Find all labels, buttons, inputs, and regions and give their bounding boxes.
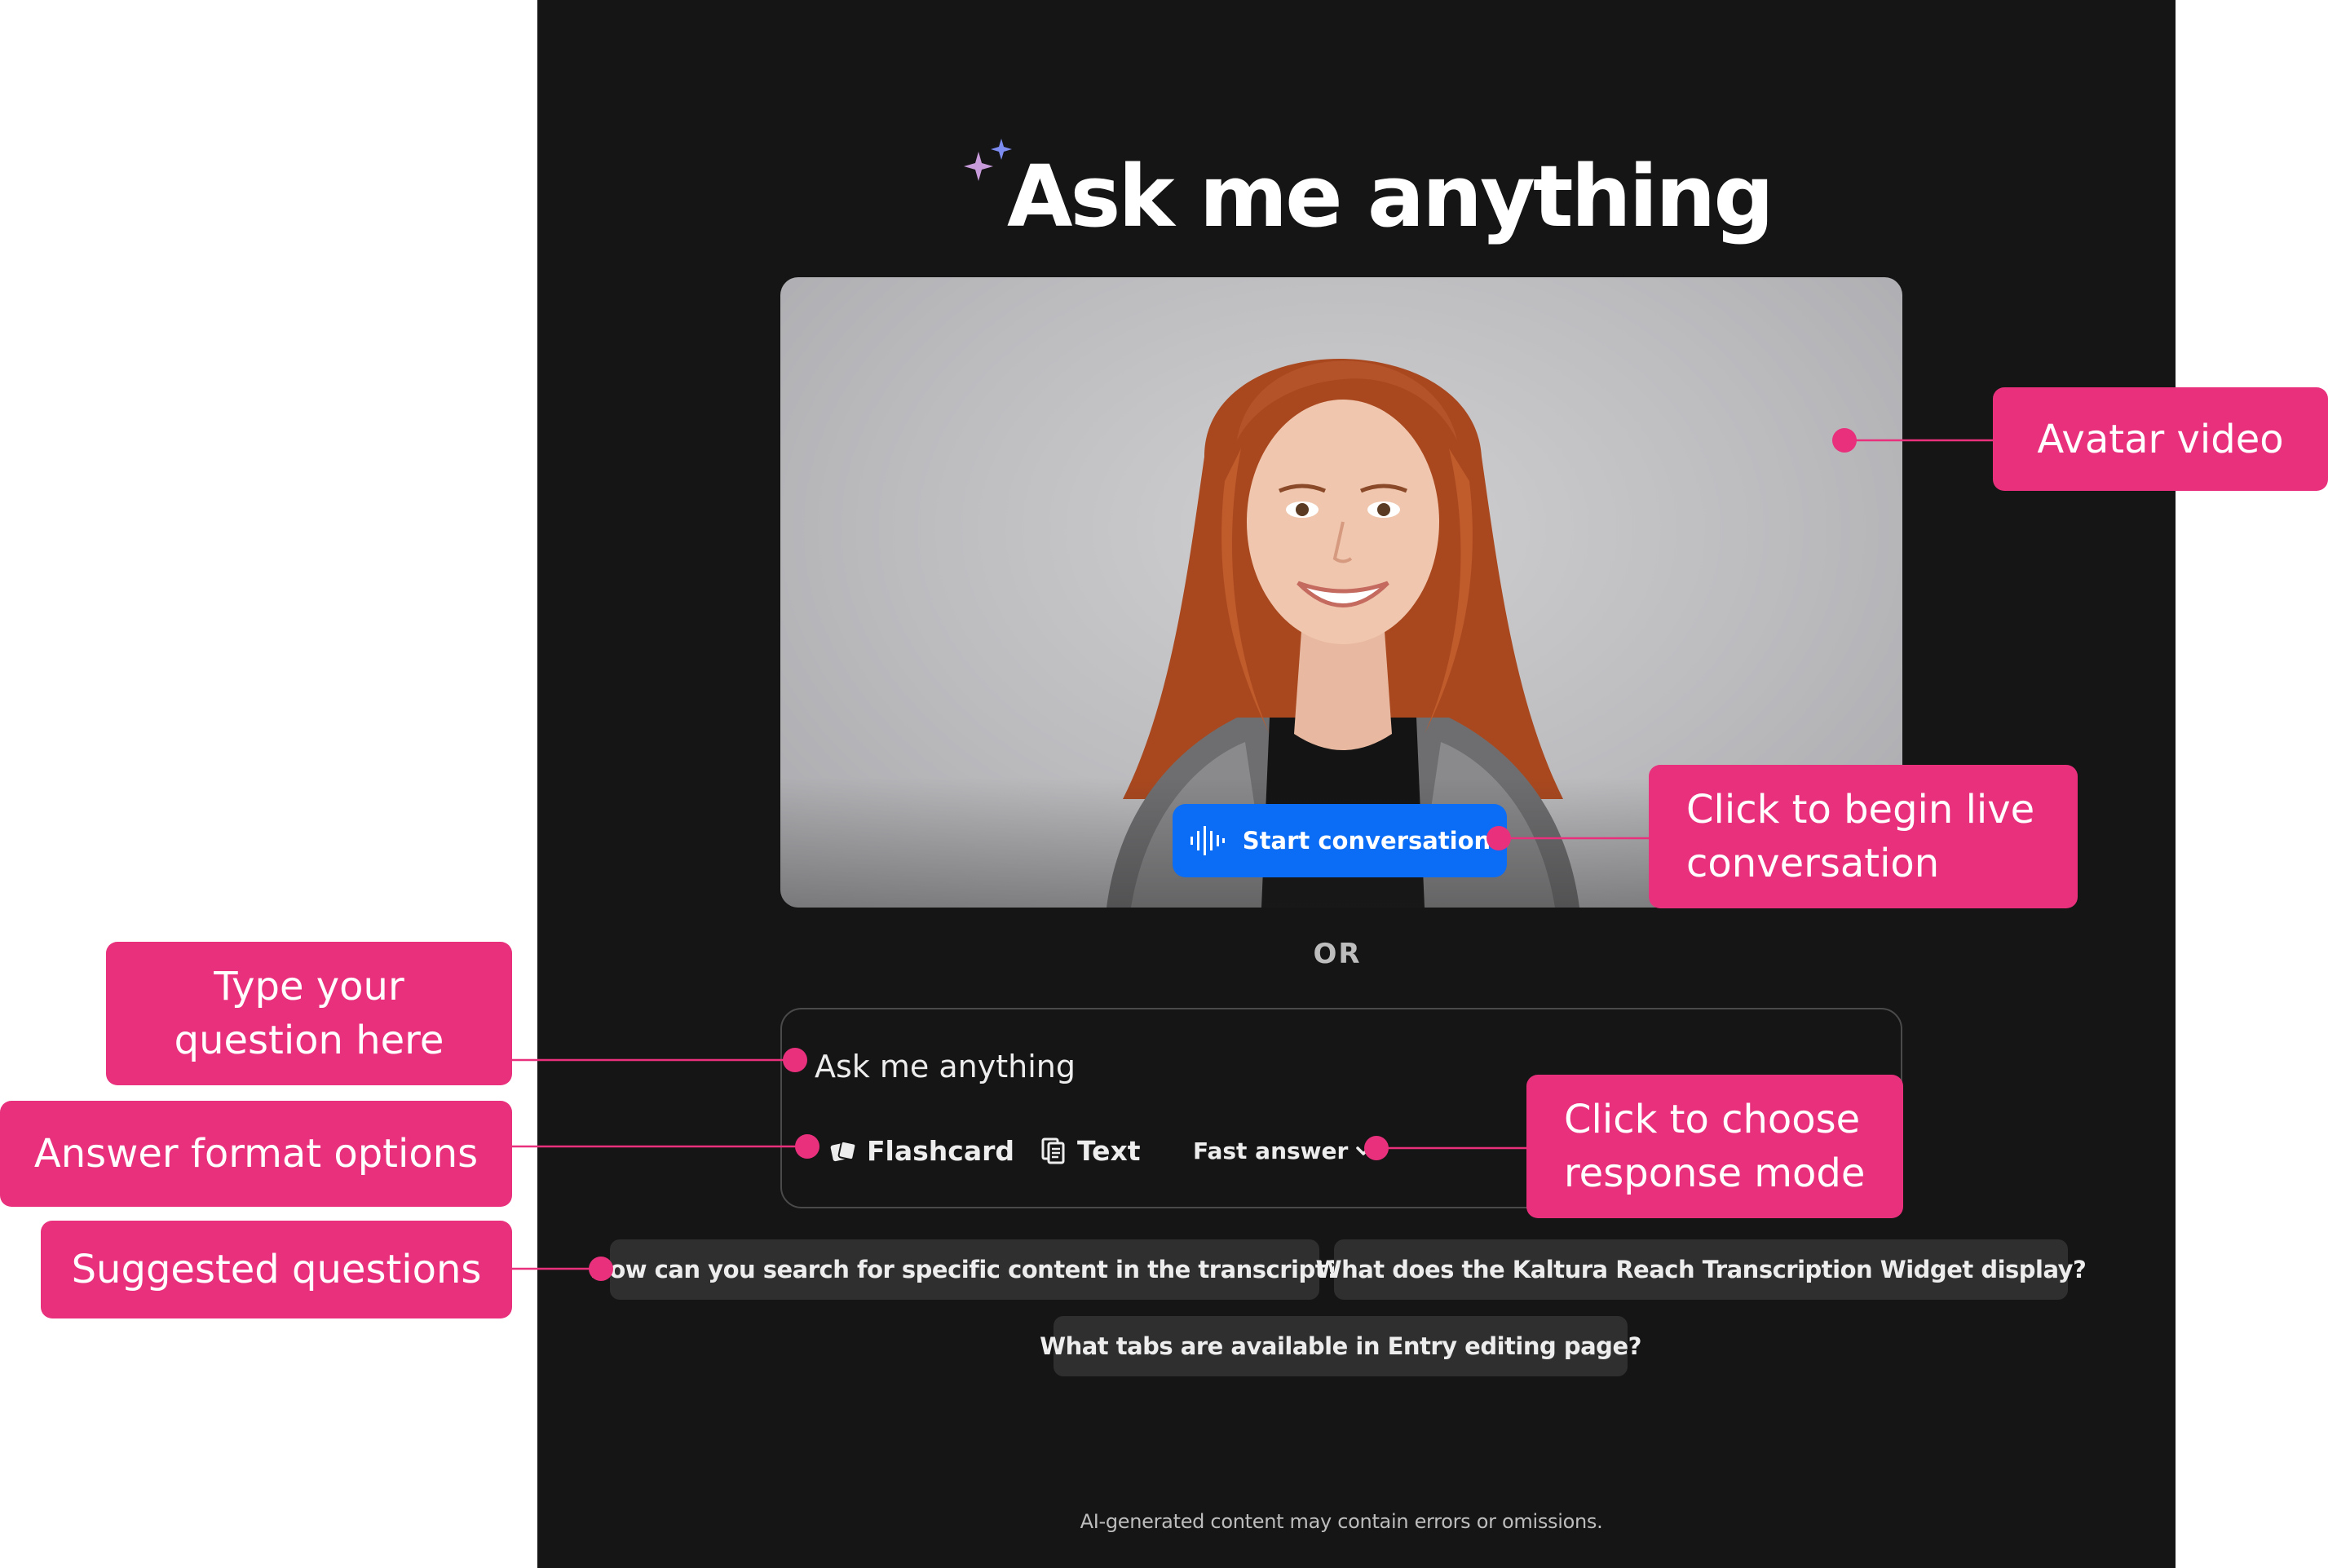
callout-text: question here: [174, 1018, 444, 1063]
text-doc-icon: [1041, 1137, 1065, 1164]
callout-text: Type your: [214, 964, 404, 1009]
callout-response-mode: Click to choose response mode: [1526, 1075, 1903, 1218]
audio-wave-icon: [1190, 826, 1225, 855]
format-option-text[interactable]: Text: [1040, 1130, 1141, 1171]
start-conversation-button[interactable]: Start conversation: [1173, 804, 1507, 877]
page-title: Ask me anything: [1007, 147, 1774, 246]
callout-type-question: Type your question here: [106, 942, 512, 1085]
callout-text: Avatar video: [2037, 416, 2284, 462]
callout-avatar-video: Avatar video: [1993, 387, 2328, 491]
callout-text: response mode: [1564, 1151, 1866, 1196]
callout-begin-live: Click to begin live conversation: [1649, 765, 2078, 908]
callout-text: Answer format options: [33, 1131, 479, 1177]
or-divider: OR: [1313, 938, 1362, 970]
suggested-question-chip[interactable]: What does the Kaltura Reach Transcriptio…: [1316, 1239, 2087, 1300]
format-option-flashcard[interactable]: Flashcard: [829, 1130, 1014, 1171]
format-text-label: Text: [1077, 1134, 1141, 1167]
callout-answer-formats: Answer format options: [0, 1101, 512, 1207]
callout-text: Click to choose: [1564, 1097, 1861, 1142]
ai-disclaimer: AI-generated content may contain errors …: [1080, 1510, 1603, 1533]
question-input[interactable]: [815, 1044, 1630, 1089]
start-conversation-label: Start conversation: [1242, 827, 1491, 855]
response-mode-label: Fast answer: [1193, 1137, 1349, 1164]
suggested-question-chip[interactable]: How can you search for specific content …: [590, 1239, 1340, 1300]
chevron-down-icon: [1356, 1146, 1372, 1155]
response-mode-dropdown[interactable]: Fast answer: [1193, 1130, 1372, 1171]
callout-text: Suggested questions: [71, 1247, 482, 1292]
format-flashcard-label: Flashcard: [867, 1134, 1014, 1167]
suggested-question-chip[interactable]: What tabs are available in Entry editing…: [1040, 1316, 1641, 1376]
callout-text: Click to begin live: [1686, 787, 2035, 833]
flashcard-icon: [830, 1140, 857, 1162]
callout-suggested-questions: Suggested questions: [41, 1221, 512, 1318]
callout-text: conversation: [1686, 841, 1940, 886]
